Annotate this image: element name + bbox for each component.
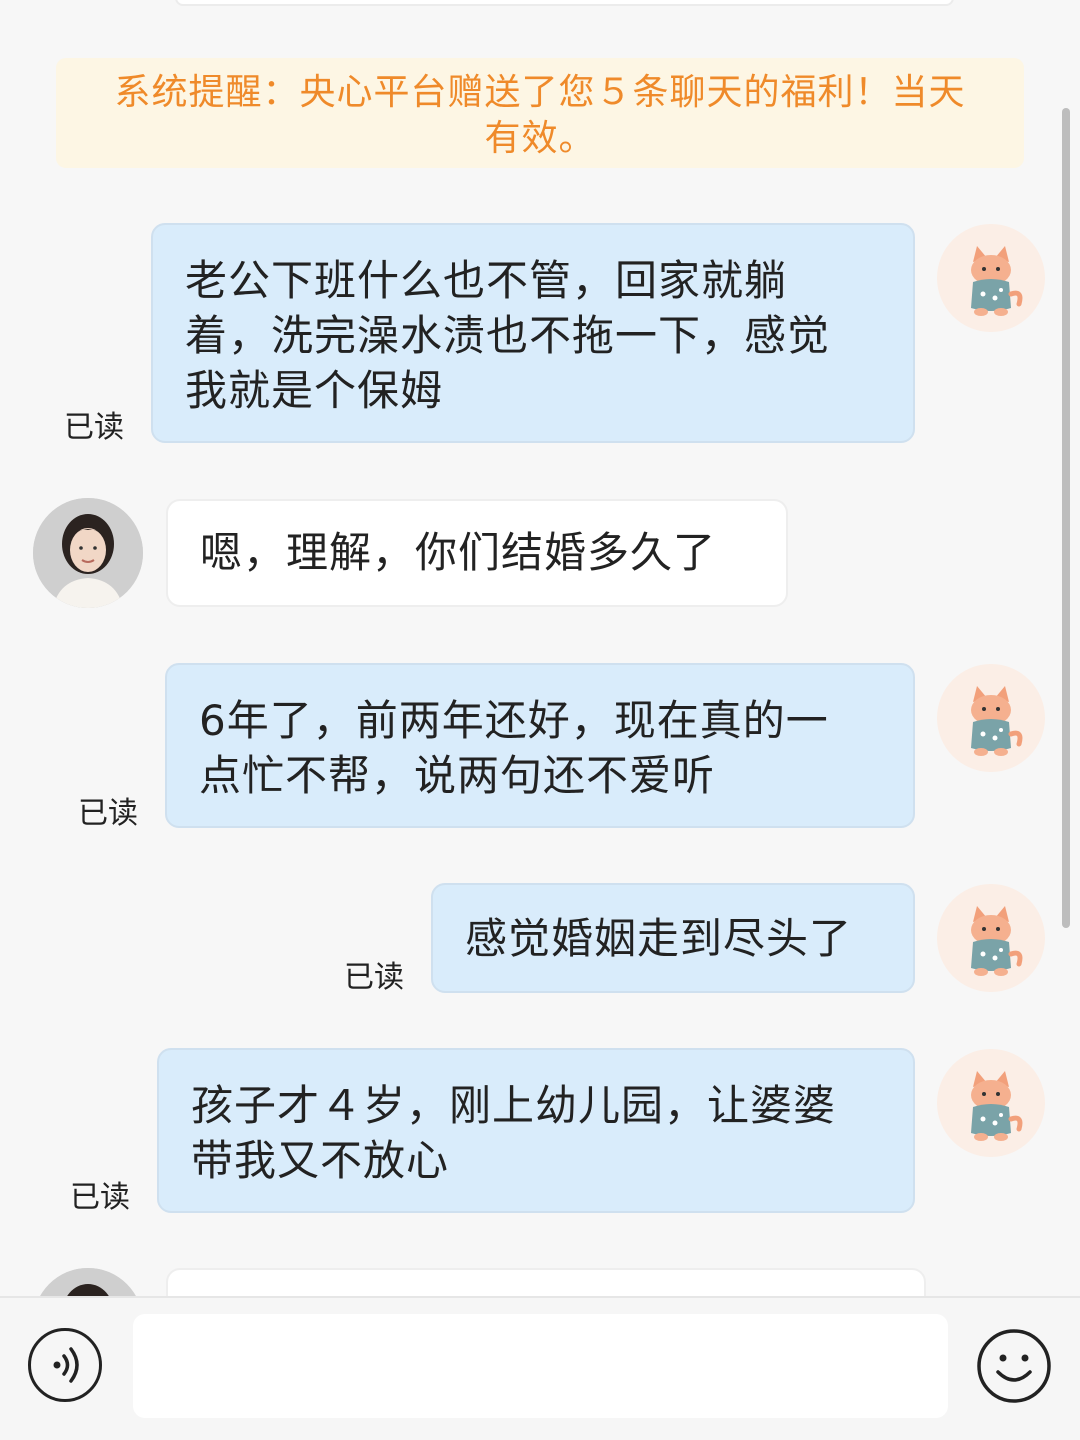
cat-avatar-icon — [971, 686, 1023, 756]
emoji-button[interactable] — [976, 1328, 1052, 1404]
voice-wave-icon — [53, 1347, 79, 1383]
my-avatar[interactable] — [937, 1049, 1045, 1157]
message-bubble-outgoing[interactable]: 感觉婚姻走到尽头了 — [431, 883, 915, 993]
previous-message-bubble-edge — [175, 0, 954, 6]
message-input[interactable] — [133, 1314, 948, 1418]
message-bubble-incoming[interactable]: 嗯，理解，你们结婚多久了 — [166, 499, 788, 607]
message-bubble-outgoing[interactable]: 6年了，前两年还好，现在真的一 点忙不帮，说两句还不爱听 — [165, 663, 915, 828]
message-line: 孩子才４岁，刚上幼儿园，让婆婆 — [191, 1081, 837, 1130]
read-status: 已读 — [344, 960, 404, 995]
read-status: 已读 — [70, 1180, 130, 1215]
system-notice: 系统提醒：央心平台赠送了您５条聊天的福利！当天 有效。 — [56, 58, 1024, 168]
chat-screen: 系统提醒：央心平台赠送了您５条聊天的福利！当天 有效。 已读 老公下班什么也不管… — [0, 0, 1080, 1440]
my-avatar[interactable] — [937, 664, 1045, 772]
message-bubble-outgoing[interactable]: 老公下班什么也不管，回家就躺 着，洗完澡水渍也不拖一下，感觉 我就是个保姆 — [151, 223, 915, 443]
message-line: 6年了，前两年还好，现在真的一 — [199, 696, 829, 745]
message-line: 点忙不帮，说两句还不爱听 — [199, 751, 716, 800]
cat-avatar-icon — [971, 246, 1023, 316]
cat-avatar-icon — [971, 906, 1023, 976]
message-line: 嗯，理解，你们结婚多久了 — [200, 528, 717, 577]
input-bar — [0, 1296, 1080, 1440]
read-status: 已读 — [64, 410, 124, 445]
message-line: 着，洗完澡水渍也不拖一下，感觉 — [185, 311, 831, 360]
system-notice-line2: 有效。 — [484, 118, 596, 159]
woman-avatar-icon — [33, 498, 143, 608]
system-notice-line1: 系统提醒：央心平台赠送了您５条聊天的福利！当天 — [114, 72, 966, 113]
voice-input-button[interactable] — [28, 1328, 102, 1402]
message-bubble-outgoing[interactable]: 孩子才４岁，刚上幼儿园，让婆婆 带我又不放心 — [157, 1048, 915, 1213]
message-line: 带我又不放心 — [191, 1136, 450, 1185]
my-avatar[interactable] — [937, 884, 1045, 992]
message-line: 感觉婚姻走到尽头了 — [465, 914, 853, 963]
message-line: 老公下班什么也不管，回家就躺 — [185, 256, 788, 305]
my-avatar[interactable] — [937, 224, 1045, 332]
scrollbar[interactable] — [1062, 108, 1070, 928]
smiley-face-icon — [977, 1329, 1051, 1403]
message-line: 我就是个保姆 — [185, 366, 444, 415]
cat-avatar-icon — [971, 1071, 1023, 1141]
read-status: 已读 — [78, 796, 138, 831]
counselor-avatar[interactable] — [33, 498, 143, 608]
